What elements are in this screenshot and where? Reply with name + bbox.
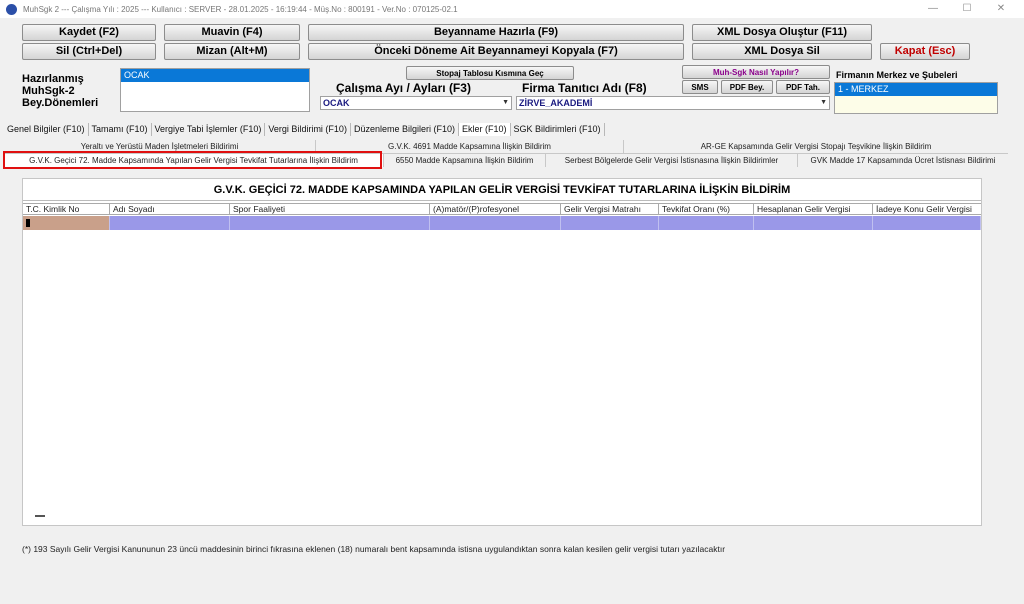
prepared-periods-list[interactable]: OCAK [120,68,310,112]
stopaj-table-button[interactable]: Stopaj Tablosu Kısmına Geç [406,66,574,80]
window-title: MuhSgk 2 --- Çalışma Yılı : 2025 --- Kul… [23,4,458,14]
row-cursor-icon [26,219,30,227]
tab-gvk-17[interactable]: GVK Madde 17 Kapsamında Ücret İstisnası … [798,154,1008,167]
tab-tamami[interactable]: Tamamı (F10) [89,123,152,136]
pdf-bey-button[interactable]: PDF Bey. [721,80,773,94]
grid-cell[interactable] [754,216,873,230]
table-row[interactable] [23,216,981,230]
prepared-periods-label: Hazırlanmış MuhSgk-2 Bey.Dönemleri [22,73,99,109]
col-tc-kimlik[interactable]: T.C. Kimlik No [23,204,110,214]
branches-list[interactable]: 1 - MERKEZ [834,82,998,114]
grid-cell[interactable] [659,216,754,230]
col-hesaplanan-gelir-vergisi[interactable]: Hesaplanan Gelir Vergisi [754,204,873,214]
tab-sgk-bildirimleri[interactable]: SGK Bildirimleri (F10) [511,123,605,136]
grid-cell[interactable] [23,216,110,230]
declaration-panel: G.V.K. GEÇİCİ 72. MADDE KAPSAMINDA YAPIL… [22,178,982,526]
help-button[interactable]: Muh-Sgk Nasıl Yapılır? [682,65,830,79]
sms-button[interactable]: SMS [682,80,718,94]
tab-arge-tesvik[interactable]: AR-GE Kapsamında Gelir Vergisi Stopajı T… [624,140,1008,153]
panel-title: G.V.K. GEÇİCİ 72. MADDE KAPSAMINDA YAPIL… [23,179,981,201]
grid-cell[interactable] [430,216,561,230]
save-button[interactable]: Kaydet (F2) [22,24,156,41]
tab-serbest-bolge[interactable]: Serbest Bölgelerde Gelir Vergisi İstisna… [546,154,798,167]
period-select[interactable]: OCAK ▼ [320,96,512,110]
col-gelir-vergisi-matrahi[interactable]: Gelir Vergisi Matrahı [561,204,659,214]
maximize-button[interactable]: ☐ [950,0,984,18]
pdf-tah-button[interactable]: PDF Tah. [776,80,830,94]
period-list-item[interactable]: OCAK [121,69,309,82]
minimize-button[interactable]: — [916,0,950,18]
firm-label: Firma Tanıtıcı Adı (F8) [522,81,647,95]
branches-label: Firmanın Merkez ve Şubeleri [836,70,958,80]
col-adi-soyadi[interactable]: Adı Soyadı [110,204,230,214]
tab-ekler[interactable]: Ekler (F10) [459,123,511,136]
xml-create-button[interactable]: XML Dosya Oluştur (F11) [692,24,872,41]
col-spor-faaliyeti[interactable]: Spor Faaliyeti [230,204,430,214]
tab-6550[interactable]: 6550 Madde Kapsamına İlişkin Bildirim [384,154,546,167]
chevron-down-icon[interactable]: ▼ [820,97,827,109]
branch-list-item[interactable]: 1 - MERKEZ [835,83,997,96]
col-iadeye-konu[interactable]: İadeye Konu Gelir Vergisi [873,204,981,214]
chevron-down-icon[interactable]: ▼ [502,97,509,109]
muavin-button[interactable]: Muavin (F4) [164,24,300,41]
title-bar: MuhSgk 2 --- Çalışma Yılı : 2025 --- Kul… [0,0,1024,18]
firm-select[interactable]: ZİRVE_AKADEMİ ▼ [516,96,830,110]
tab-genel-bilgiler[interactable]: Genel Bilgiler (F10) [4,123,89,136]
beyanname-button[interactable]: Beyanname Hazırla (F9) [308,24,684,41]
xml-delete-button[interactable]: XML Dosya Sil [692,43,872,60]
exit-button[interactable]: Kapat (Esc) [880,43,970,60]
grid-cell[interactable] [873,216,981,230]
window-controls: — ☐ ✕ [916,0,1018,18]
grid-cell[interactable] [230,216,430,230]
tab-vergiye-tabi[interactable]: Vergiye Tabi İşlemler (F10) [152,123,266,136]
scroll-indicator[interactable] [35,515,45,517]
col-amator-profesyonel[interactable]: (A)matör/(P)rofesyonel [430,204,561,214]
active-tab-highlight [3,151,382,169]
copy-previous-button[interactable]: Önceki Döneme Ait Beyannameyi Kopyala (F… [308,43,684,60]
mizan-button[interactable]: Mizan (Alt+M) [164,43,300,60]
tab-vergi-bildirimi[interactable]: Vergi Bildirimi (F10) [265,123,351,136]
tab-duzenleme-bilgileri[interactable]: Düzenleme Bilgileri (F10) [351,123,459,136]
grid-cell[interactable] [110,216,230,230]
close-window-button[interactable]: ✕ [984,0,1018,18]
app-icon [6,3,17,15]
footnote: (*) 193 Sayılı Gelir Vergisi Kanununun 2… [22,544,726,554]
grid-header: T.C. Kimlik No Adı Soyadı Spor Faaliyeti… [23,203,981,215]
period-label: Çalışma Ayı / Ayları (F3) [336,81,471,95]
main-tab-bar: Genel Bilgiler (F10) Tamamı (F10) Vergiy… [4,123,605,136]
grid-cell[interactable] [561,216,659,230]
col-tevkifat-orani[interactable]: Tevkifat Oranı (%) [659,204,754,214]
delete-button[interactable]: Sil (Ctrl+Del) [22,43,156,60]
